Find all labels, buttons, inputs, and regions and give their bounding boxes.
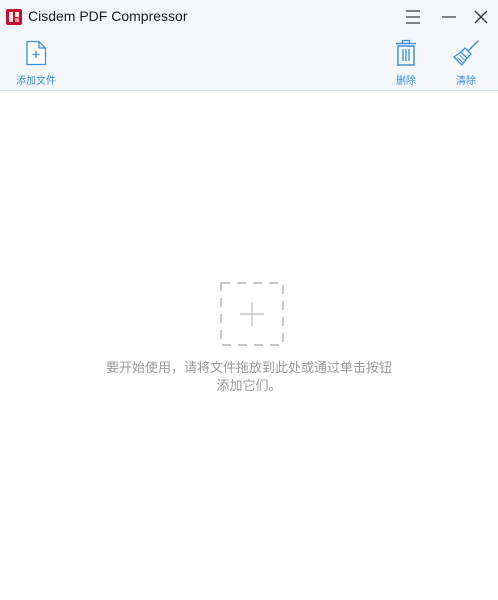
- title-bar: Cisdem PDF Compressor: [0, 0, 498, 34]
- add-files-label: 添加文件: [16, 76, 56, 87]
- close-button[interactable]: [464, 0, 498, 34]
- hamburger-menu-icon: [406, 10, 420, 24]
- broom-icon: [453, 40, 479, 66]
- toolbar: 添加文件 删除 清除: [0, 34, 498, 91]
- clear-button[interactable]: 清除: [446, 34, 486, 90]
- menu-button[interactable]: [396, 0, 430, 34]
- delete-button[interactable]: 删除: [386, 34, 426, 90]
- app-title: Cisdem PDF Compressor: [28, 8, 188, 24]
- minimize-button[interactable]: [432, 0, 466, 34]
- delete-label: 删除: [396, 76, 416, 87]
- drop-hint-line-2: 添加它们。: [216, 379, 282, 394]
- file-drop-area[interactable]: 要开始使用，请将文件拖放到此处或通过单击按钮 添加它们。: [0, 91, 498, 600]
- drop-target-box[interactable]: [220, 282, 284, 346]
- plus-icon: [220, 282, 284, 346]
- trash-icon: [396, 39, 416, 66]
- drop-hint-line-1: 要开始使用，请将文件拖放到此处或通过单击按钮: [105, 361, 392, 376]
- drop-hint-text: 要开始使用，请将文件拖放到此处或通过单击按钮 添加它们。: [80, 360, 418, 396]
- cisdem-logo-icon: [6, 9, 22, 25]
- add-files-button[interactable]: 添加文件: [8, 34, 64, 90]
- close-icon: [474, 10, 488, 24]
- add-file-icon: [26, 40, 47, 66]
- minimize-icon: [442, 16, 456, 18]
- clear-label: 清除: [456, 76, 476, 87]
